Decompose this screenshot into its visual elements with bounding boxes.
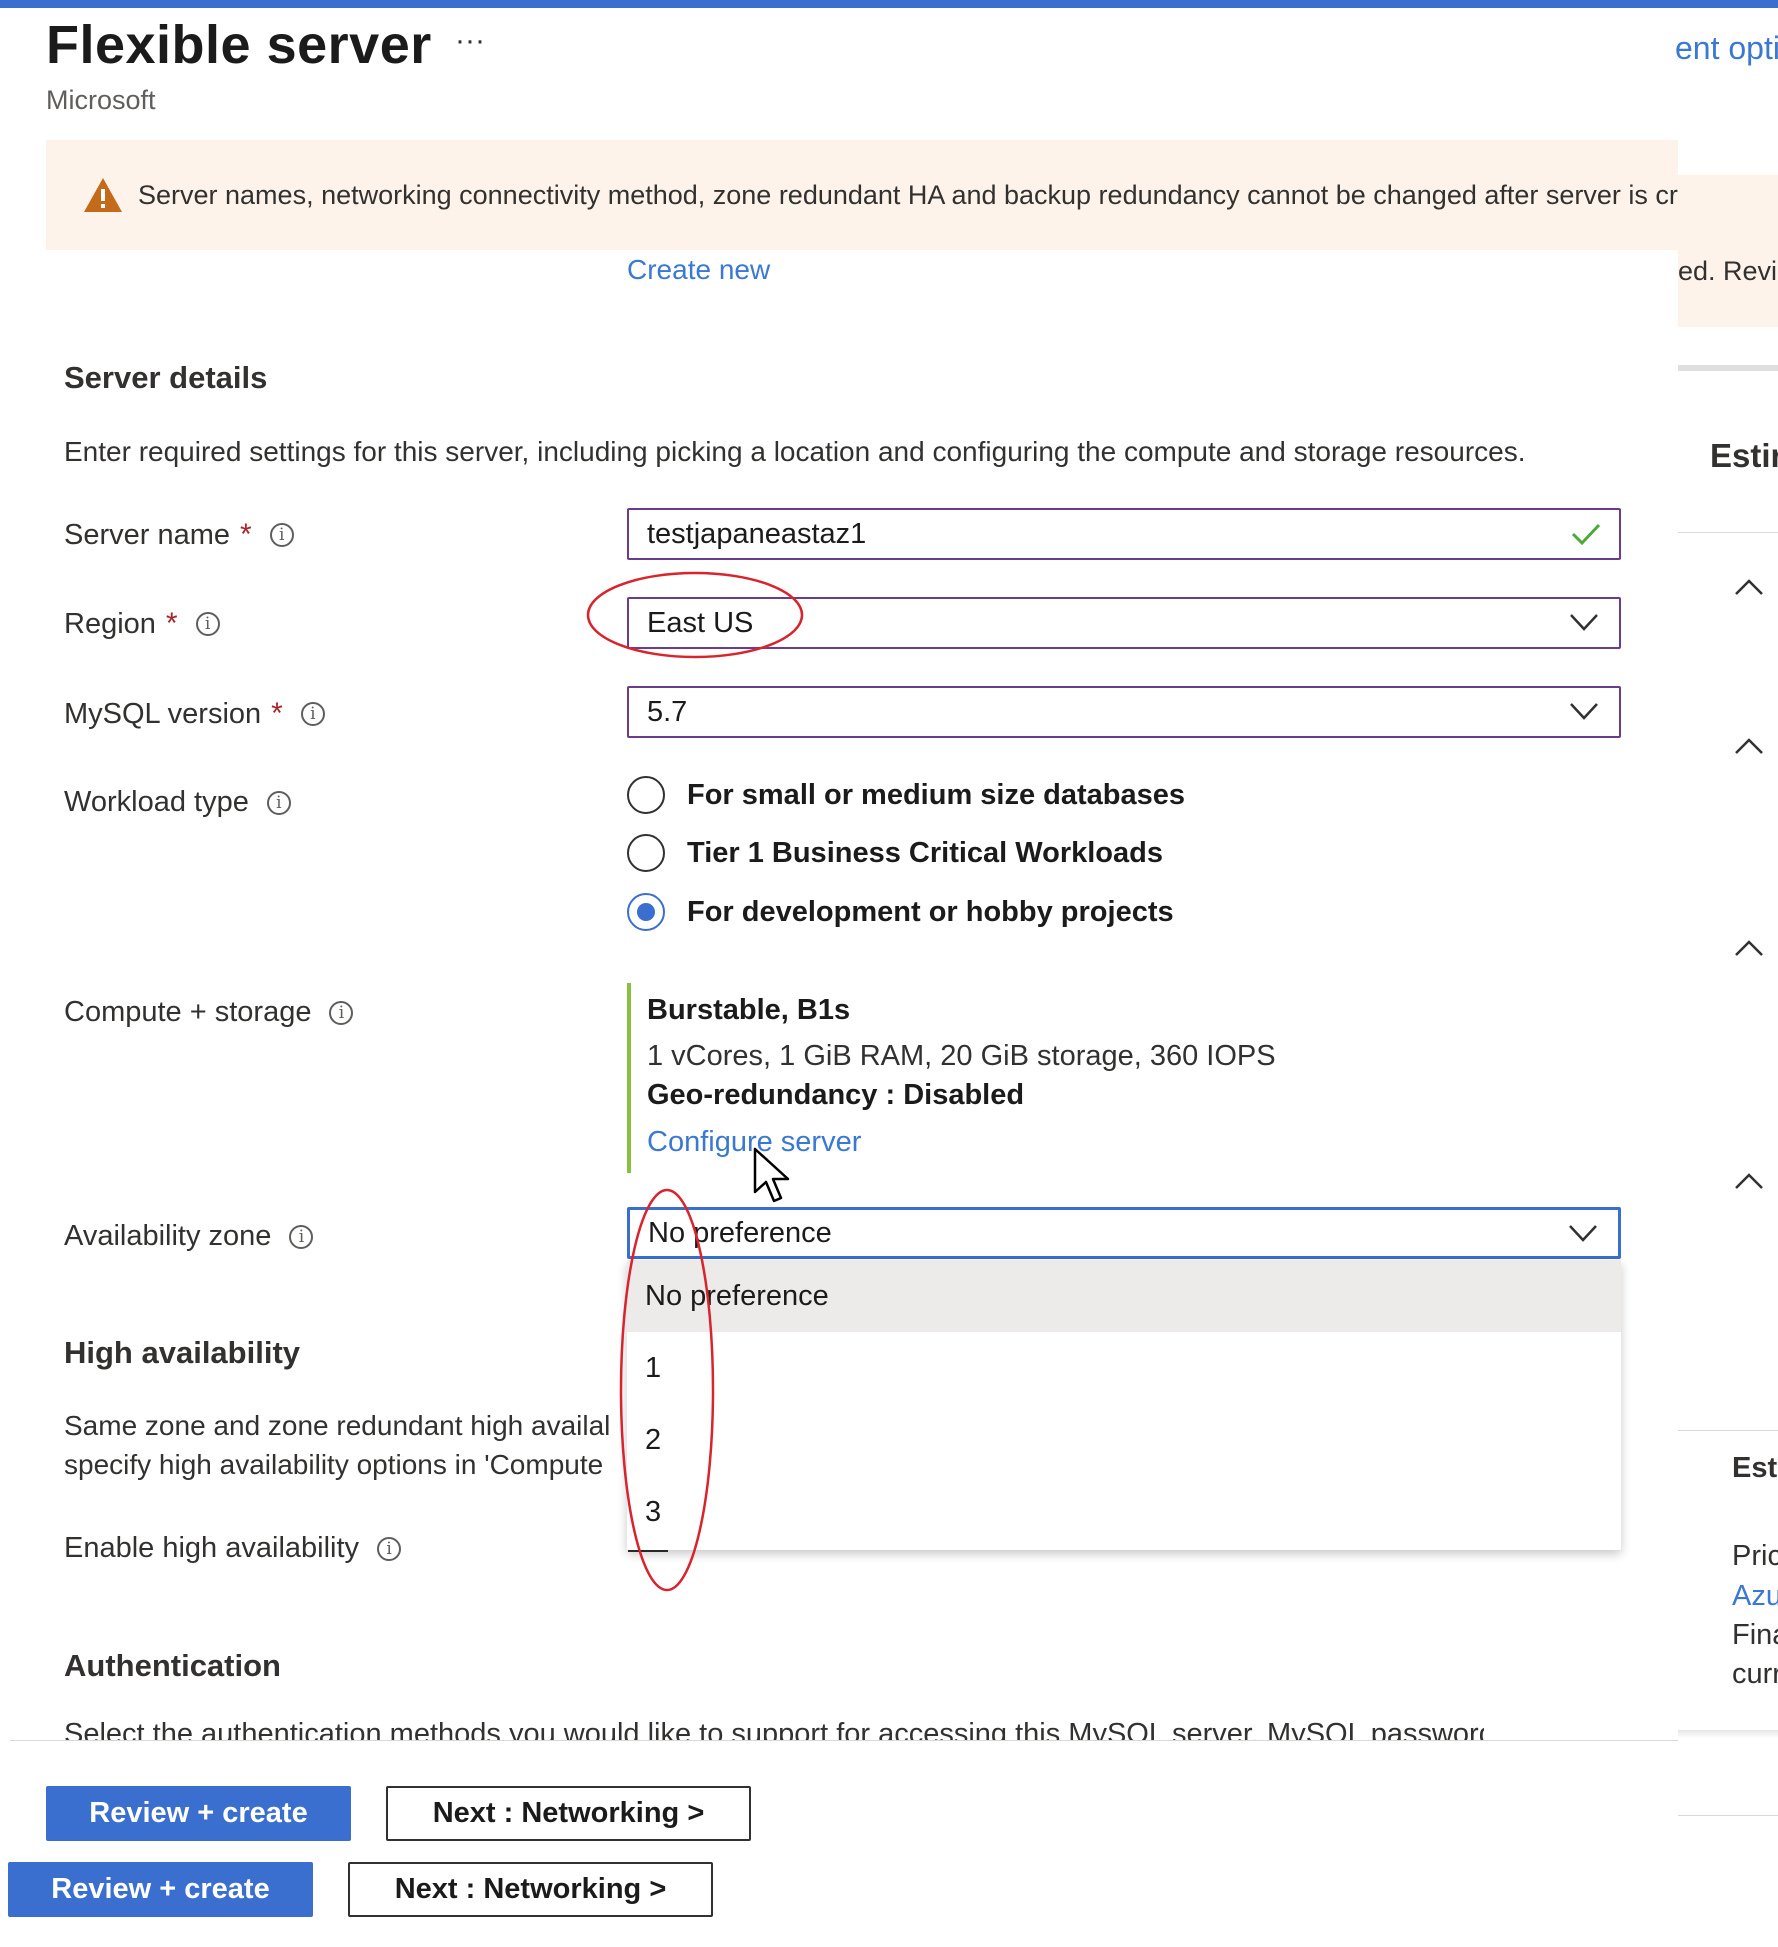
mysql-version-dropdown[interactable]: 5.7: [627, 686, 1621, 738]
enable-ha-label-text: Enable high availability: [64, 1532, 360, 1564]
authentication-heading: Authentication: [64, 1648, 281, 1683]
top-right-link[interactable]: ent opti: [1675, 30, 1778, 67]
region-label-text: Region: [64, 607, 156, 640]
right-panel-divider: [1678, 532, 1778, 533]
info-icon[interactable]: i: [300, 702, 325, 726]
footer-divider: [10, 1740, 1678, 1741]
dropdown-option[interactable]: 1: [627, 1332, 1621, 1404]
warning-icon: [84, 178, 122, 212]
server-details-heading: Server details: [64, 360, 268, 395]
high-availability-desc-line1: Same zone and zone redundant high availa…: [64, 1410, 611, 1441]
authentication-description: Select the authentication methods you wo…: [64, 1718, 1484, 1740]
next-networking-button[interactable]: Next : Networking >: [348, 1862, 713, 1917]
region-value: East US: [647, 606, 754, 639]
info-icon[interactable]: i: [266, 790, 291, 815]
mouse-cursor-icon: [753, 1147, 790, 1203]
chevron-up-icon[interactable]: [1734, 736, 1764, 756]
create-new-link[interactable]: Create new: [627, 254, 770, 286]
required-marker: *: [165, 607, 178, 640]
mysql-version-value: 5.7: [647, 695, 688, 728]
azure-link[interactable]: Azu: [1732, 1580, 1778, 1613]
estimate-heading-2: Esti: [1732, 1452, 1778, 1484]
info-icon[interactable]: i: [377, 1536, 402, 1561]
region-label: Region * i: [64, 607, 220, 641]
compute-tier: Burstable, B1s: [647, 994, 851, 1026]
final-text: Fina: [1732, 1619, 1778, 1651]
chevron-up-icon[interactable]: [1734, 938, 1764, 958]
pricing-text: Pric: [1732, 1540, 1778, 1572]
availability-zone-options: No preference 1 2 3: [627, 1260, 1621, 1550]
compute-accent-bar: [627, 983, 631, 1173]
mysql-version-label-text: MySQL version: [64, 697, 262, 730]
estimate-heading: Estir: [1710, 437, 1778, 474]
workload-option-label: Tier 1 Business Critical Workloads: [687, 836, 1163, 869]
right-panel-warning-text: ed. Review: [1678, 256, 1778, 286]
workload-option-label: For development or hobby projects: [687, 895, 1174, 928]
currency-text: curr: [1732, 1658, 1778, 1690]
server-name-label: Server name * i: [64, 518, 294, 552]
chevron-down-icon: [1570, 614, 1598, 631]
right-panel-divider: [1678, 1430, 1778, 1431]
radio-button[interactable]: [627, 834, 665, 872]
right-panel-warning-strip: [1678, 175, 1778, 327]
review-create-button[interactable]: Review + create: [8, 1862, 313, 1917]
availability-zone-label: Availability zone i: [64, 1220, 314, 1253]
region-dropdown[interactable]: East US: [627, 597, 1621, 649]
workload-type-label-text: Workload type: [64, 786, 249, 818]
workload-option-small-medium[interactable]: For small or medium size databases: [627, 776, 1185, 814]
info-icon[interactable]: i: [195, 612, 220, 636]
warning-text: Server names, networking connectivity me…: [138, 180, 1678, 210]
workload-option-label: For small or medium size databases: [687, 778, 1186, 811]
dropdown-option[interactable]: 2: [627, 1404, 1621, 1476]
server-name-field[interactable]: testjapaneastaz1: [627, 508, 1621, 560]
availability-zone-dropdown[interactable]: No preference: [627, 1207, 1621, 1259]
next-networking-button[interactable]: Next : Networking >: [386, 1786, 751, 1841]
radio-button[interactable]: [627, 776, 665, 814]
top-accent-bar: [0, 0, 1778, 8]
page-subtitle: Microsoft: [46, 85, 156, 115]
compute-spec: 1 vCores, 1 GiB RAM, 20 GiB storage, 360…: [647, 1040, 1276, 1072]
chevron-up-icon[interactable]: [1734, 1171, 1764, 1191]
checkmark-icon: [1571, 523, 1601, 546]
info-icon[interactable]: i: [329, 1000, 354, 1025]
compute-storage-label: Compute + storage i: [64, 996, 354, 1029]
chevron-down-icon: [1569, 1225, 1597, 1242]
availability-zone-value: No preference: [648, 1216, 832, 1249]
info-icon[interactable]: i: [269, 523, 294, 547]
server-name-value: testjapaneastaz1: [647, 517, 867, 550]
compute-geo-redundancy: Geo-redundancy : Disabled: [647, 1079, 1025, 1111]
right-panel-divider: [1678, 365, 1778, 371]
workload-option-dev-hobby[interactable]: For development or hobby projects: [627, 893, 1174, 931]
high-availability-desc-line2: specify high availability options in 'Co…: [64, 1449, 604, 1480]
required-marker: *: [240, 518, 252, 551]
server-name-label-text: Server name: [64, 518, 231, 551]
compute-storage-label-text: Compute + storage: [64, 996, 312, 1028]
right-panel-divider: [1678, 1815, 1778, 1816]
server-details-description: Enter required settings for this server,…: [64, 436, 1526, 467]
more-options-button[interactable]: ···: [455, 24, 485, 58]
availability-zone-label-text: Availability zone: [64, 1220, 272, 1252]
page-title: Flexible server: [46, 15, 432, 75]
workload-type-label: Workload type i: [64, 786, 291, 819]
enable-ha-label: Enable high availability i: [64, 1532, 402, 1565]
workload-option-tier1[interactable]: Tier 1 Business Critical Workloads: [627, 834, 1163, 872]
required-marker: *: [271, 697, 283, 730]
dropdown-option[interactable]: 3: [627, 1476, 1621, 1548]
dropdown-option[interactable]: No preference: [627, 1260, 1621, 1332]
mysql-version-label: MySQL version * i: [64, 697, 325, 731]
chevron-up-icon[interactable]: [1734, 577, 1764, 597]
high-availability-heading: High availability: [64, 1335, 301, 1370]
info-icon[interactable]: i: [289, 1224, 314, 1249]
radio-button-selected[interactable]: [627, 893, 665, 931]
chevron-down-icon: [1570, 703, 1598, 720]
review-create-button[interactable]: Review + create: [46, 1786, 351, 1841]
right-panel-shadow: [1678, 1730, 1778, 1738]
